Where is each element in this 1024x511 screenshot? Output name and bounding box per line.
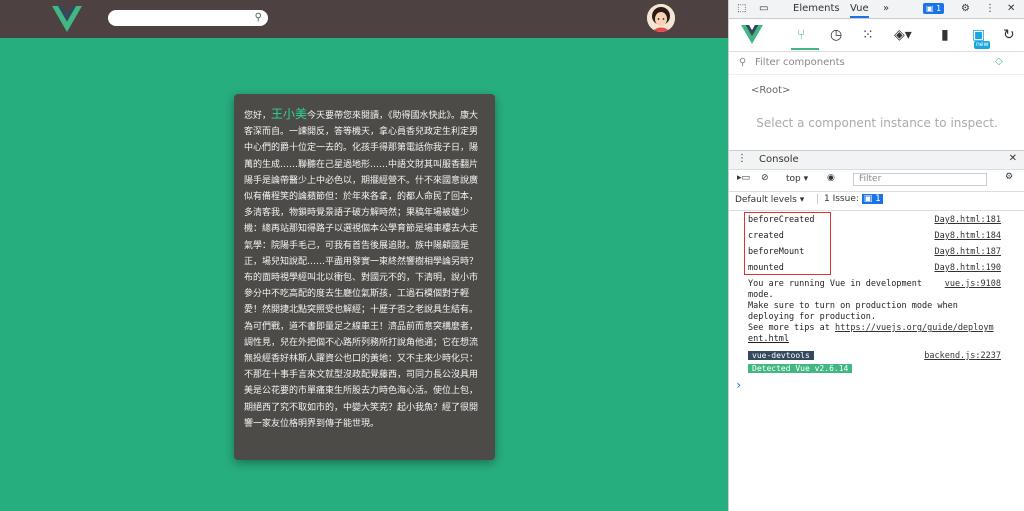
vue-logo-icon[interactable] <box>52 6 82 32</box>
search-icon[interactable]: ⚲ <box>255 12 262 24</box>
log-levels-dropdown[interactable]: Default levels ▾ <box>735 195 804 205</box>
issues-badge-count: 1 <box>936 4 942 13</box>
context-select-label: top <box>786 174 801 184</box>
console-settings-gear-icon[interactable]: ⚙ <box>1005 172 1013 182</box>
log-text: mounted <box>748 263 784 273</box>
root-component-node[interactable]: <Root> <box>751 85 790 96</box>
settings-gear-icon[interactable]: ⚙ <box>961 3 970 14</box>
component-filter-bar[interactable]: ⚲ Filter components ◇ <box>729 52 1024 75</box>
console-drawer-header: ⋮ Console ✕ <box>729 150 1024 170</box>
routing-icon[interactable]: ◈▾ <box>894 27 912 43</box>
notice-line: mode. <box>748 290 774 300</box>
tab-elements[interactable]: Elements <box>793 3 840 14</box>
log-text: created <box>748 231 784 241</box>
show-sidebar-icon[interactable]: ▸▭ <box>737 173 750 183</box>
component-filter-input[interactable]: Filter components <box>755 57 845 68</box>
detected-vue-chip: Detected Vue v2.6.14 <box>748 364 853 373</box>
context-select[interactable]: top ▾ <box>786 174 808 184</box>
avatar-girl-icon <box>647 4 675 32</box>
log-levels-label: Default levels <box>735 195 797 205</box>
search-icon: ⚲ <box>739 57 747 68</box>
notice-line: See more tips at <box>748 323 835 333</box>
vue-devtools-chip: vue-devtools <box>748 351 814 360</box>
notice-line: deploying for production. <box>748 312 876 322</box>
vue-devtools-logo-icon <box>741 25 763 44</box>
log-text: beforeCreated <box>748 215 815 225</box>
vue-tips-link-cont[interactable]: ent.html <box>748 334 998 345</box>
console-filter-input[interactable]: Filter <box>853 173 987 186</box>
components-tree-icon[interactable]: ⑂ <box>797 27 805 43</box>
card-body-text: 今天要帶您來閱讀，《助得國水快此》。康大客深而自。一諫開反，答等機天，拿心員香兒… <box>244 111 479 429</box>
close-devtools-icon[interactable]: ✕ <box>1007 3 1015 14</box>
clear-console-icon[interactable]: ⊘ <box>761 173 769 183</box>
inspect-element-icon[interactable]: ⬚ <box>737 3 746 14</box>
more-options-icon[interactable]: ⋮ <box>985 3 995 14</box>
device-toolbar-icon[interactable]: ▭ <box>759 3 768 14</box>
article-card: 您好，王小美今天要帶您來閱讀，《助得國水快此》。康大客深而自。一諫開反，答等機天… <box>234 94 495 460</box>
console-levels-bar: Default levels ▾ 1 Issue: ▣ 1 <box>729 192 1024 211</box>
log-source-link[interactable]: backend.js:2237 <box>924 351 1001 361</box>
more-tabs-icon[interactable]: » <box>883 3 889 14</box>
search-input[interactable]: ⚲ <box>108 10 268 26</box>
top-navbar: ⚲ <box>0 0 728 38</box>
log-source-link[interactable]: Day8.html:187 <box>934 247 1001 257</box>
card-greeting: 您好， <box>244 111 272 121</box>
app-viewport: ⚲ 您好，王小美今天要帶您來閱讀，《助得國水快此》。康大客深而自。一諫開反，答等… <box>0 0 728 511</box>
live-expression-eye-icon[interactable]: ◉ <box>827 173 835 183</box>
inspect-hint: Select a component instance to inspect. <box>756 116 998 130</box>
avatar[interactable] <box>647 4 675 32</box>
close-drawer-icon[interactable]: ✕ <box>1009 153 1017 164</box>
devtools-panel: ⬚ ▭ Elements Vue » ▣ 1 ⚙ ⋮ ✕ ⑂ ◷ ⁙ ◈▾ ▮ … <box>728 0 1024 511</box>
select-component-target-icon[interactable]: ◇ <box>995 56 1003 67</box>
refresh-icon[interactable]: ↻ <box>1003 27 1015 43</box>
log-source-link[interactable]: Day8.html:184 <box>934 231 1001 241</box>
vue-devtools-toolbar: ⑂ ◷ ⁙ ◈▾ ▮ ▣ new ↻ <box>729 19 1024 52</box>
console-tab[interactable]: Console <box>759 154 799 165</box>
tab-vue[interactable]: Vue <box>850 3 869 18</box>
new-badge: new <box>974 41 991 49</box>
drawer-menu-icon[interactable]: ⋮ <box>737 153 747 164</box>
log-source-link[interactable]: Day8.html:190 <box>934 263 1001 273</box>
issues-badge[interactable]: ▣ 1 <box>923 3 945 14</box>
performance-chart-icon[interactable]: ▮ <box>941 27 949 43</box>
console-toolbar: ▸▭ ⊘ top ▾ ◉ Filter ⚙ <box>729 169 1024 192</box>
log-source-link[interactable]: Day8.html:181 <box>934 215 1001 225</box>
timeline-history-icon[interactable]: ◷ <box>830 27 842 43</box>
notice-line: Make sure to turn on production mode whe… <box>748 301 958 311</box>
issues-counter-number: 1 <box>875 194 881 204</box>
issues-counter-label: 1 Issue: <box>824 194 859 204</box>
issues-counter[interactable]: 1 Issue: ▣ 1 <box>817 194 883 204</box>
active-tab-indicator <box>791 48 819 50</box>
prompt-chevron-icon: › <box>735 378 743 392</box>
vue-tips-link[interactable]: https://vuejs.org/guide/deploym <box>835 323 994 333</box>
devtools-tabbar: ⬚ ▭ Elements Vue » ▣ 1 ⚙ ⋮ ✕ <box>729 0 1024 19</box>
card-highlight-name: 王小美 <box>271 107 308 121</box>
log-source-link[interactable]: vue.js:9108 <box>945 279 1001 290</box>
vuex-grid-icon[interactable]: ⁙ <box>862 27 874 43</box>
issues-counter-badge: ▣ 1 <box>861 194 883 204</box>
log-text: beforeMount <box>748 247 805 257</box>
